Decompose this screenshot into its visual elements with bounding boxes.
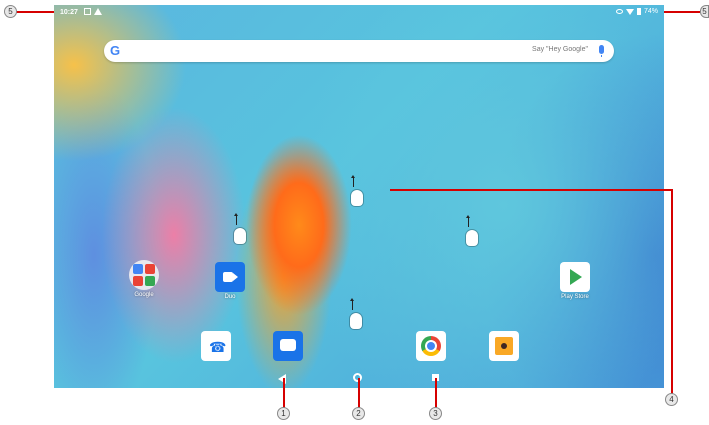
music-app[interactable] xyxy=(489,331,519,361)
app-label: Google xyxy=(134,292,154,298)
status-time: 10:27 xyxy=(60,9,78,16)
google-search-bar[interactable]: G Say "Hey Google" xyxy=(104,40,614,62)
eye-icon xyxy=(615,9,623,14)
duo-icon xyxy=(215,262,245,292)
battery-icon xyxy=(636,8,641,15)
chrome-app[interactable] xyxy=(416,331,446,361)
callout-5-left: 5 xyxy=(4,5,17,18)
google-logo: G xyxy=(110,43,121,58)
messages-icon xyxy=(273,331,303,361)
duo-app[interactable]: Duo xyxy=(215,262,245,300)
callout-line xyxy=(435,378,437,408)
status-system-icons: 74% xyxy=(615,8,658,15)
music-icon xyxy=(489,331,519,361)
image-icon xyxy=(84,8,91,15)
play-store-icon xyxy=(560,262,590,292)
callout-line xyxy=(283,378,285,408)
callout-2: 2 xyxy=(352,407,365,420)
warning-icon xyxy=(94,8,102,15)
chrome-icon xyxy=(416,331,446,361)
callout-3: 3 xyxy=(429,407,442,420)
mic-icon[interactable] xyxy=(599,45,604,54)
mic-stem xyxy=(601,55,602,57)
phone-icon: ☎ xyxy=(201,331,231,361)
callout-line xyxy=(15,11,54,13)
google-folder-icon xyxy=(129,260,159,290)
google-folder[interactable]: Google xyxy=(129,260,159,298)
status-bar[interactable]: 10:27 74% xyxy=(54,5,664,21)
wifi-icon xyxy=(625,8,634,15)
messages-app[interactable] xyxy=(273,331,303,361)
status-notifications xyxy=(84,8,102,15)
callout-4: 4 xyxy=(665,393,678,406)
swipe-up-gesture-icon xyxy=(462,215,484,253)
phone-app[interactable]: ☎ xyxy=(201,331,231,361)
tablet-screen: 10:27 74% G Say "Hey Google" Google Duo xyxy=(54,5,664,388)
callout-5-right: 5 xyxy=(700,5,709,18)
callout-line xyxy=(671,189,673,394)
app-label: Duo xyxy=(224,294,236,300)
app-label: Play Store xyxy=(561,294,589,300)
play-store-app[interactable]: Play Store xyxy=(560,262,590,300)
swipe-up-gesture-icon xyxy=(346,298,368,336)
callout-line xyxy=(358,378,360,408)
swipe-up-gesture-icon xyxy=(347,175,369,213)
callout-line xyxy=(390,189,672,191)
callout-1: 1 xyxy=(277,407,290,420)
callout-line xyxy=(664,11,700,13)
battery-percent: 74% xyxy=(643,8,658,15)
search-hint: Say "Hey Google" xyxy=(532,46,588,53)
swipe-up-gesture-icon xyxy=(230,213,252,251)
